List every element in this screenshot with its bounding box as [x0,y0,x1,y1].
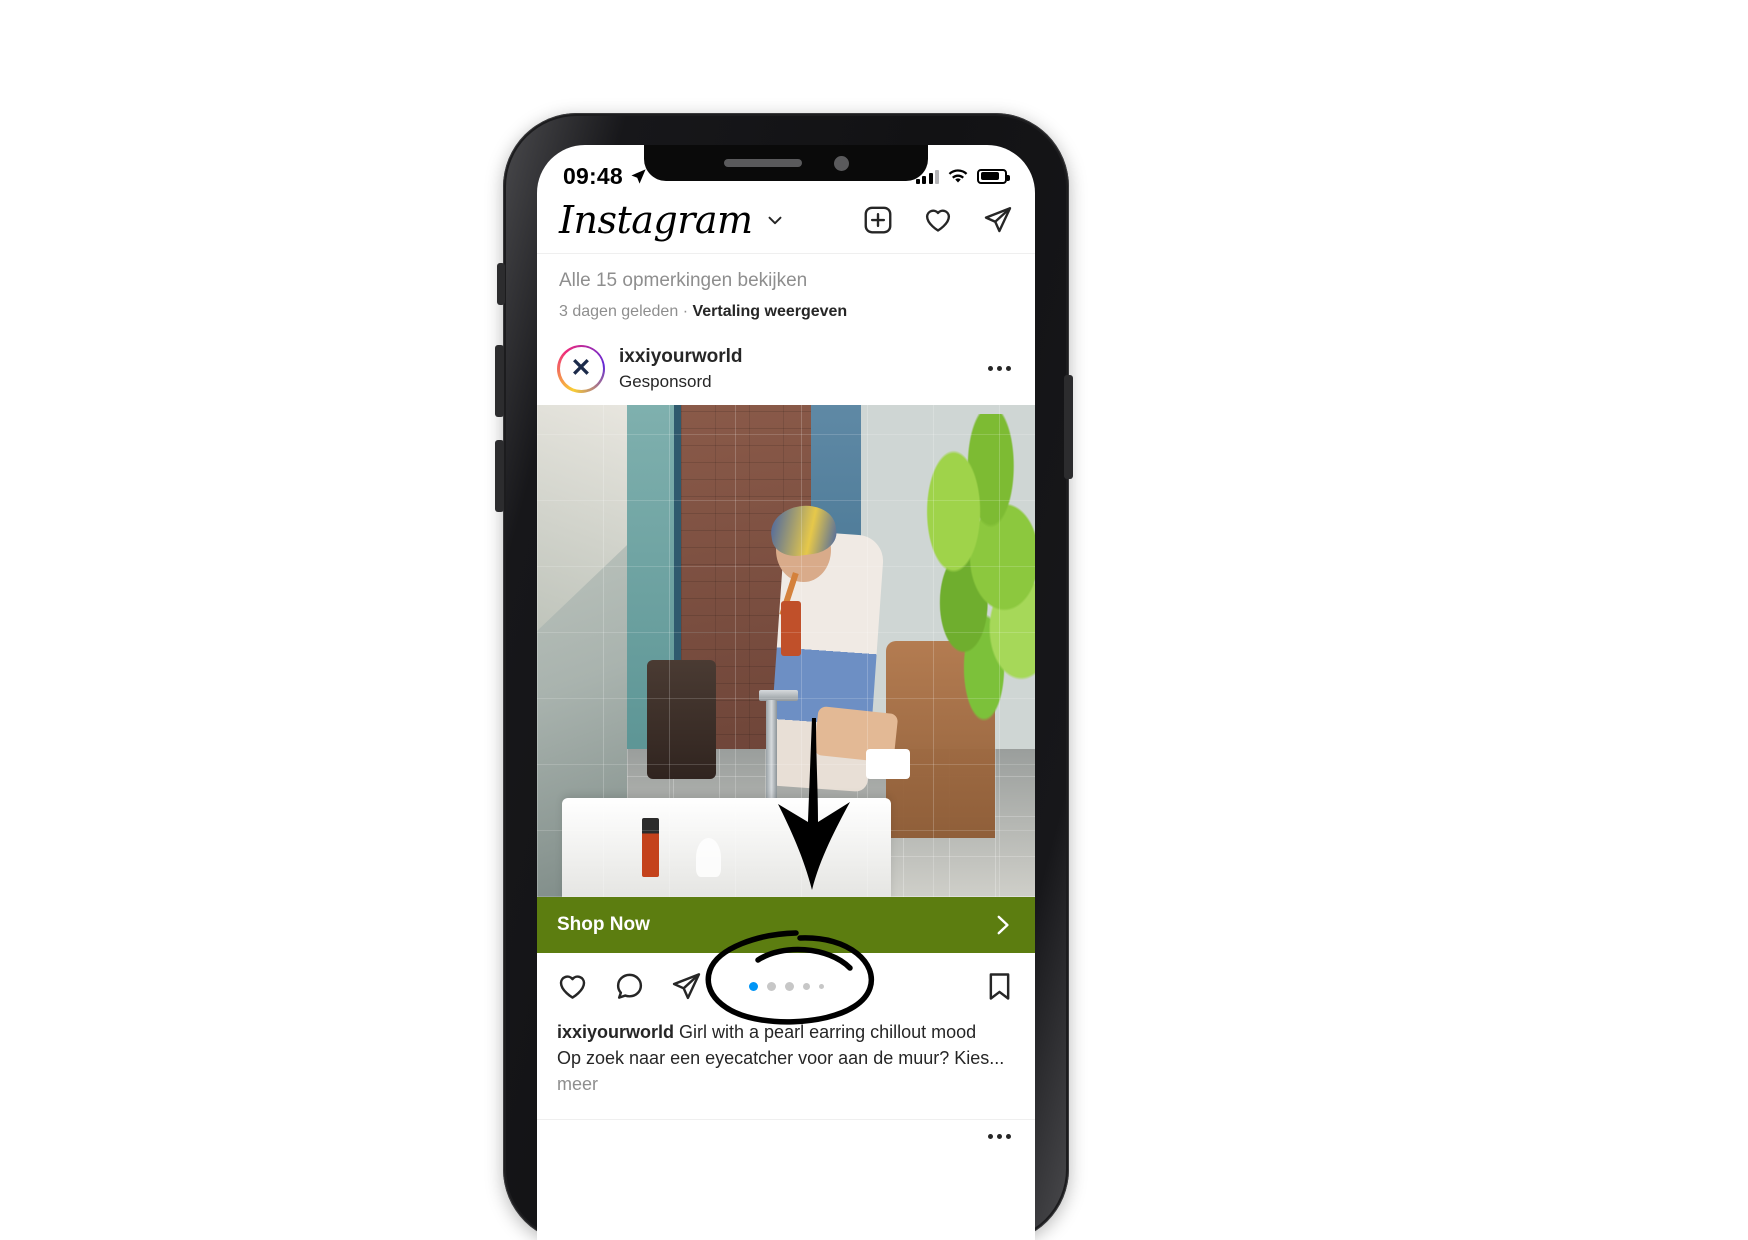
avatar[interactable]: ✕ [557,344,605,393]
carousel-dot-1[interactable] [748,982,758,992]
status-bar-clock: 09:48 [563,162,623,189]
chevron-right-icon[interactable] [989,912,1015,938]
phone-notch [644,145,928,181]
instagram-logo-button[interactable]: Instagram [559,201,786,239]
meta-separator: · [682,302,689,320]
carousel-dot-5[interactable] [818,984,824,990]
carousel-page-indicator [736,982,836,992]
instagram-wordmark: Instagram [559,198,753,242]
post-media[interactable] [537,404,1035,897]
status-bar-right [915,168,1010,184]
caption-text-2: Op zoek naar een eyecatcher voor aan de … [557,1047,1005,1068]
shop-now-label: Shop Now [557,913,650,935]
show-translation-link[interactable]: Vertaling weergeven [692,303,847,320]
next-post-peek [537,1118,1035,1153]
carousel-dot-4[interactable] [802,983,810,991]
post-caption: ixxiyourworld Girl with a pearl earring … [537,1015,1035,1097]
sponsored-label: Gesponsord [619,371,712,391]
more-options-icon[interactable] [988,1133,1015,1139]
phone-volume-up-button[interactable] [495,345,504,417]
post-timestamp: 3 dagen geleden [559,302,679,320]
screenshot-stage: 09:48 Instagram Alle 15 opmerkingen beki… [0,0,1748,1240]
chevron-down-icon[interactable] [764,209,786,231]
caption-username[interactable]: ixxiyourworld [557,1022,674,1042]
instagram-header-actions [863,205,1013,235]
earpiece-speaker-icon [723,159,802,167]
caption-text-1: Girl with a pearl earring chillout mood [674,1021,977,1042]
location-arrow-icon [630,168,647,185]
front-camera-icon [833,155,849,171]
phone-power-button[interactable] [1064,375,1073,479]
paper-plane-icon[interactable] [983,205,1013,235]
phone-volume-down-button[interactable] [495,440,504,512]
phone-mute-switch[interactable] [497,263,505,305]
carousel-dot-3[interactable] [784,982,794,992]
brand-x-logo-icon: ✕ [570,354,592,383]
instagram-header: Instagram [537,197,1035,254]
comment-button[interactable] [614,971,645,1002]
phone-screen: 09:48 Instagram Alle 15 opmerkingen beki… [537,145,1035,1240]
post-photo [537,404,1035,897]
status-bar-left: 09:48 [563,163,647,190]
caption-more-link[interactable]: meer [557,1074,598,1094]
more-options-icon[interactable] [988,366,1015,372]
previous-post-meta: 3 dagen geleden · Vertaling weergeven [559,303,1013,321]
carousel-dot-2[interactable] [766,982,776,992]
share-button[interactable] [671,971,702,1002]
plus-box-icon[interactable] [863,205,893,235]
caption-line-1: ixxiyourworld Girl with a pearl earring … [557,1019,1015,1045]
post-action-bar [537,953,1035,1015]
battery-icon [977,168,1010,184]
shop-now-cta-bar[interactable]: Shop Now [537,896,1035,953]
previous-post-footer: Alle 15 opmerkingen bekijken 3 dagen gel… [537,254,1035,333]
caption-line-2: Op zoek naar een eyecatcher voor aan de … [557,1045,1015,1097]
post-actions-left [557,971,702,1002]
like-button[interactable] [557,971,588,1002]
post-actions-right [984,971,1015,1002]
heart-icon[interactable] [923,205,953,235]
sponsored-post-identity: ixxiyourworld Gesponsord [619,346,988,392]
wifi-icon [948,168,968,184]
sponsored-post: ✕ ixxiyourworld Gesponsord Shop Now ixxi… [537,333,1035,1153]
sponsored-post-header: ✕ ixxiyourworld Gesponsord [537,333,1035,405]
post-username[interactable]: ixxiyourworld [619,346,988,369]
save-button[interactable] [984,971,1015,1002]
view-all-comments-link[interactable]: Alle 15 opmerkingen bekijken [559,268,1013,294]
